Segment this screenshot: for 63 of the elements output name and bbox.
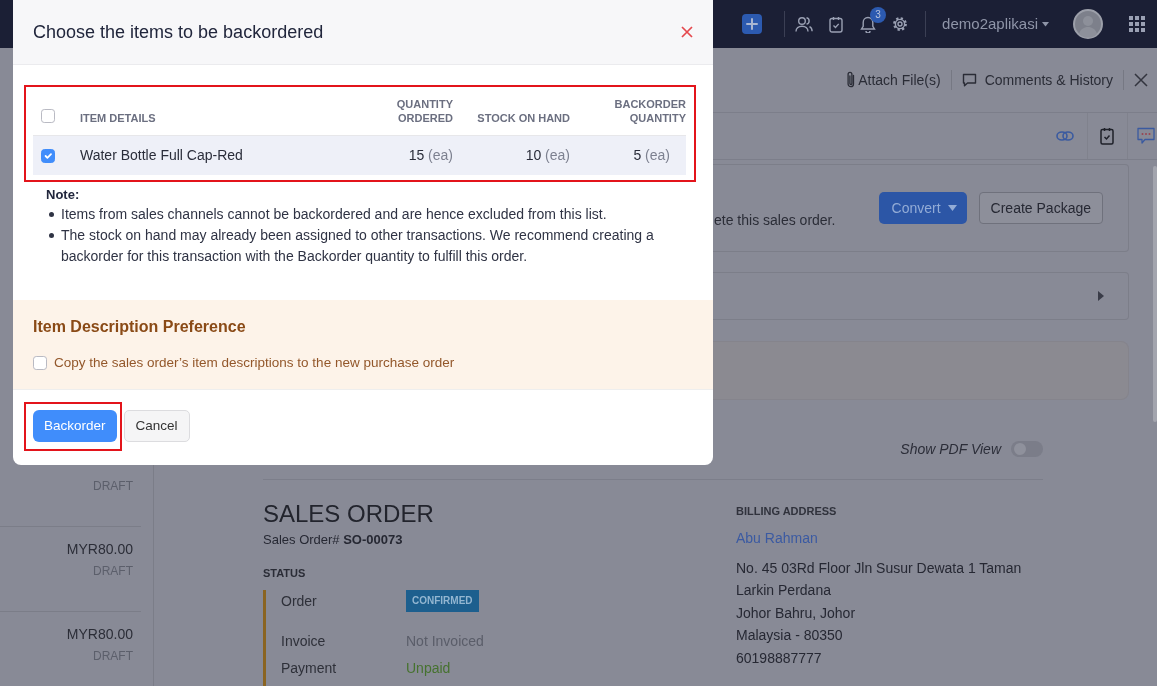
address-line: Larkin Perdana	[736, 581, 832, 600]
bell-icon[interactable]	[860, 15, 877, 33]
pdf-view-label: Show PDF View	[900, 439, 1001, 459]
plus-icon	[746, 18, 759, 30]
comment-icon	[961, 73, 977, 87]
bullet-icon	[49, 212, 54, 217]
status-label: Payment	[281, 658, 338, 678]
column-header: BACKORDER QUANTITY	[613, 97, 686, 125]
note-text: Items from sales channels cannot be backordered and are hence excluded from this list.	[61, 205, 607, 224]
order-number: Sales Order# SO-00073	[263, 531, 404, 549]
apps-grid-icon[interactable]	[1129, 16, 1145, 32]
column-header: ITEM DETAILS	[80, 111, 156, 125]
create-package-button[interactable]: Create Package	[978, 192, 1103, 224]
checkbox-label[interactable]: Copy the sales order’s item descriptions to the new purchase order	[54, 352, 455, 374]
close-icon[interactable]	[681, 26, 693, 38]
status-label: Invoice	[281, 631, 327, 651]
cancel-button[interactable]: Cancel	[123, 410, 190, 442]
address-line: Malaysia - 80350	[736, 626, 844, 645]
close-icon[interactable]	[1134, 73, 1148, 87]
select-all-checkbox[interactable]	[41, 109, 55, 123]
caret-right-icon[interactable]	[1098, 291, 1104, 301]
caret-down-icon	[1042, 21, 1049, 27]
paperclip-icon	[846, 71, 857, 89]
note-heading: Note:	[46, 186, 80, 204]
bullet-icon	[49, 233, 54, 238]
column-header: STOCK ON HAND	[477, 111, 570, 125]
status-value: Unpaid	[406, 658, 451, 678]
convert-dropdown-button[interactable]: Convert	[878, 192, 967, 224]
link-icon[interactable]	[1056, 130, 1074, 142]
backorder-button[interactable]: Backorder	[33, 410, 117, 442]
billing-heading: BILLING ADDRESS	[736, 504, 838, 518]
row-checkbox[interactable]	[41, 148, 55, 163]
amount-text: MYR80.00	[65, 540, 133, 559]
dialog-title: Choose the items to be backordered	[33, 20, 324, 44]
quantity-cell-text: 15 (ea)	[408, 146, 453, 165]
note-text: The stock on hand may already been assigned to other transactions. We recommend creating a backorder for this transaction with the Backorder quantity to fulfill this order.	[61, 226, 655, 266]
copy-description-checkbox[interactable]	[33, 356, 47, 370]
status-heading: STATUS	[263, 566, 307, 580]
comments-history-button[interactable]: Comments & History	[961, 69, 1113, 91]
settings-icon[interactable]	[892, 16, 909, 32]
people-icon[interactable]	[795, 15, 814, 33]
quantity-cell-text: 10 (ea)	[525, 146, 570, 165]
status-badge: CONFIRMED	[406, 590, 479, 612]
document-title: SALES ORDER	[263, 499, 435, 528]
attach-files-button[interactable]: Attach File(s)	[846, 69, 941, 91]
add-button[interactable]	[742, 14, 763, 34]
item-name: Water Bottle Full Cap-Red	[80, 146, 243, 165]
account-menu[interactable]: demo2aplikasi	[942, 12, 1049, 36]
quantity-cell-text: 5 (ea)	[633, 146, 670, 165]
avatar[interactable]	[1073, 9, 1103, 39]
address-line: No. 45 03Rd Floor Jln Susur Dewata 1 Taman	[736, 558, 1023, 578]
comment-dots-icon[interactable]	[1137, 127, 1155, 145]
preference-title: Item Description Preference	[33, 317, 246, 337]
caret-down-icon	[947, 205, 957, 211]
address-line: Johor Bahru, Johor	[736, 603, 857, 623]
banner-text: ete this sales order.	[714, 210, 836, 230]
column-header: QUANTITY ORDERED	[395, 97, 453, 125]
amount-text: MYR80.00	[65, 625, 133, 644]
clipboard-check-icon[interactable]	[1100, 127, 1114, 145]
clipboard-check-icon[interactable]	[829, 15, 844, 33]
address-line: 60198887777	[736, 648, 823, 668]
notification-badge: 3	[870, 6, 887, 23]
status-label: Order	[281, 591, 318, 611]
